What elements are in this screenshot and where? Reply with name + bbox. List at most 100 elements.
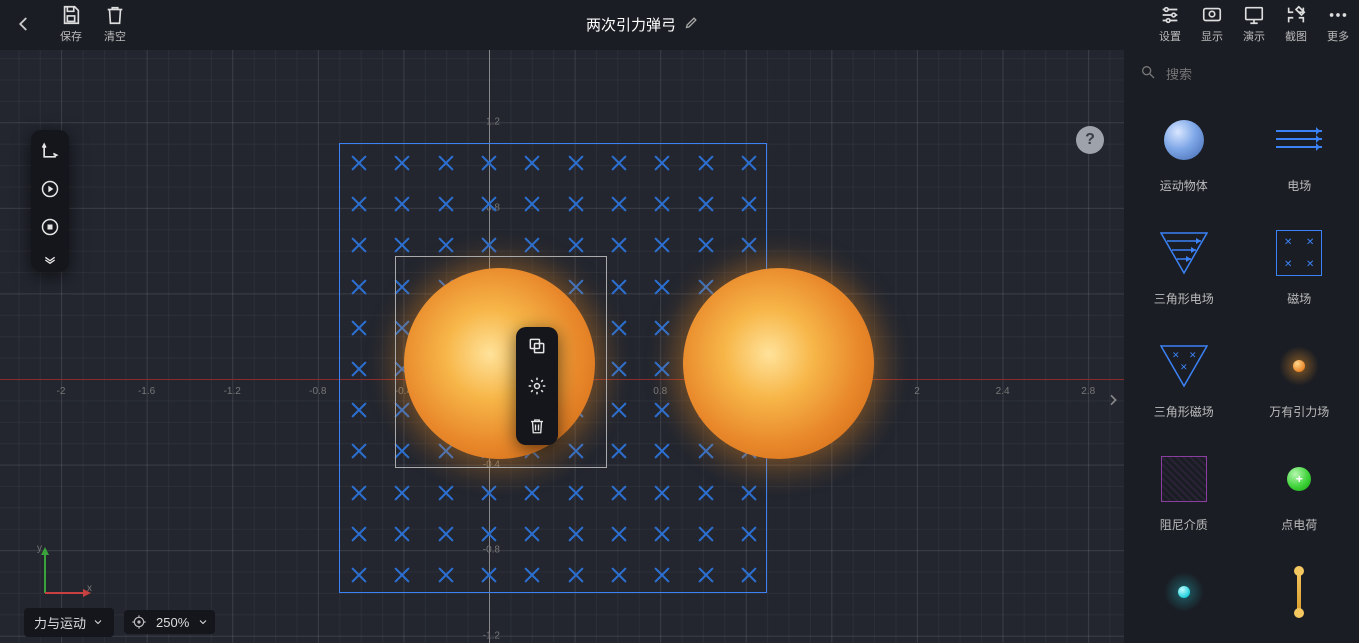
field-cross-icon: [393, 236, 411, 254]
canvas[interactable]: -2-1.6-1.2-0.8-0.40.40.81.21.622.42.83.2…: [0, 50, 1124, 643]
panel-item-label: 三角形磁场: [1154, 403, 1214, 420]
field-cross-icon: [567, 154, 585, 172]
search-input[interactable]: [1166, 67, 1343, 82]
triangle-mfield-icon: ✕✕ ✕: [1157, 339, 1211, 393]
field-cross-icon: [653, 236, 671, 254]
present-label: 演示: [1243, 28, 1265, 44]
panel-item-extra-b[interactable]: [1246, 565, 1354, 633]
field-cross-icon: [740, 566, 758, 584]
gravity-object-b[interactable]: [683, 268, 874, 459]
trash-icon: [104, 4, 126, 26]
origin-tool-button[interactable]: [39, 140, 61, 162]
panel-item-electric-field[interactable]: 电场: [1246, 113, 1354, 198]
tick-x: -1.6: [138, 386, 155, 397]
field-cross-icon: [523, 195, 541, 213]
play-button[interactable]: [39, 178, 61, 200]
chevron-down-icon[interactable]: [197, 616, 209, 628]
object-settings-button[interactable]: [526, 375, 548, 397]
field-cross-icon: [523, 525, 541, 543]
title-area: 两次引力弹弓: [126, 4, 1159, 44]
more-button[interactable]: 更多: [1327, 4, 1349, 44]
stop-button[interactable]: [39, 216, 61, 238]
present-button[interactable]: 演示: [1243, 4, 1265, 44]
expand-toolbar-button[interactable]: [39, 254, 61, 266]
rod-icon: [1272, 565, 1326, 619]
tick-x: 2.4: [996, 386, 1010, 397]
panel-item-label: 电场: [1287, 177, 1311, 194]
delete-object-button[interactable]: [526, 415, 548, 437]
screenshot-label: 截图: [1285, 28, 1307, 44]
clear-label: 清空: [104, 28, 126, 44]
field-cross-icon: [653, 278, 671, 296]
panel-item-triangle-mfield[interactable]: ✕✕ ✕ 三角形磁场: [1130, 339, 1238, 424]
settings-button[interactable]: 设置: [1159, 4, 1181, 44]
field-cross-icon: [610, 236, 628, 254]
field-cross-icon: [350, 319, 368, 337]
top-bar: 保存 清空 两次引力弹弓 设置 显示: [0, 0, 1359, 50]
field-cross-icon: [610, 278, 628, 296]
field-cross-icon: [523, 154, 541, 172]
field-cross-icon: [350, 236, 368, 254]
tick-x: -0.8: [309, 386, 326, 397]
panel-item-moving-body[interactable]: 运动物体: [1130, 113, 1238, 198]
object-grid: 运动物体 电场 三角形电场 ✕✕ ✕✕ 磁场: [1124, 95, 1359, 643]
tick-y: -1.2: [470, 630, 500, 641]
panel-collapse-button[interactable]: [1104, 380, 1122, 420]
panel-item-damping-medium[interactable]: 阻尼介质: [1130, 452, 1238, 537]
panel-item-magnetic-field[interactable]: ✕✕ ✕✕ 磁场: [1246, 226, 1354, 311]
field-cross-icon: [610, 154, 628, 172]
clear-button[interactable]: 清空: [104, 4, 126, 44]
svg-text:✕: ✕: [1172, 350, 1180, 360]
field-cross-icon: [610, 442, 628, 460]
field-cross-icon: [350, 566, 368, 584]
edit-title-button[interactable]: [684, 15, 699, 34]
display-button[interactable]: 显示: [1201, 4, 1223, 44]
mode-dropdown[interactable]: 力与运动: [24, 608, 114, 637]
panel-item-point-charge[interactable]: + 点电荷: [1246, 452, 1354, 537]
context-toolbar: [516, 327, 558, 445]
selection-box[interactable]: [395, 256, 607, 468]
field-cross-icon: [523, 566, 541, 584]
axis-y-label: y: [37, 543, 42, 554]
field-cross-icon: [653, 525, 671, 543]
mini-axes-indicator: y x: [35, 543, 95, 603]
screenshot-icon: [1285, 4, 1307, 26]
field-cross-icon: [437, 154, 455, 172]
field-cross-icon: [567, 566, 585, 584]
field-cross-icon: [567, 195, 585, 213]
zoom-value[interactable]: 250%: [156, 615, 189, 630]
field-cross-icon: [350, 195, 368, 213]
panel-item-label: 阻尼介质: [1160, 516, 1208, 533]
gravity-field-icon: [1272, 339, 1326, 393]
chevron-down-icon: [92, 616, 104, 628]
more-label: 更多: [1327, 28, 1349, 44]
panel-item-label: 运动物体: [1160, 177, 1208, 194]
save-label: 保存: [60, 28, 82, 44]
field-cross-icon: [610, 484, 628, 502]
field-cross-icon: [350, 360, 368, 378]
triangle-efield-icon: [1157, 226, 1211, 280]
efield-icon: [1272, 113, 1326, 167]
svg-text:✕: ✕: [1180, 362, 1188, 372]
panel-item-extra-a[interactable]: [1130, 565, 1238, 633]
field-cross-icon: [350, 278, 368, 296]
field-cross-icon: [697, 154, 715, 172]
recenter-button[interactable]: [130, 613, 148, 631]
duplicate-button[interactable]: [526, 335, 548, 357]
help-button[interactable]: ?: [1076, 126, 1104, 154]
field-cross-icon: [610, 195, 628, 213]
screenshot-button[interactable]: 截图: [1285, 4, 1307, 44]
field-cross-icon: [567, 484, 585, 502]
back-button[interactable]: [10, 4, 38, 44]
tick-x: -1.2: [224, 386, 241, 397]
sphere-icon: [1157, 113, 1211, 167]
field-cross-icon: [610, 566, 628, 584]
field-cross-icon: [393, 484, 411, 502]
tick-x: 2.8: [1081, 386, 1095, 397]
field-cross-icon: [567, 525, 585, 543]
panel-item-triangle-efield[interactable]: 三角形电场: [1130, 226, 1238, 311]
simulation-toolbar: [31, 130, 69, 272]
panel-item-gravity-field[interactable]: 万有引力场: [1246, 339, 1354, 424]
save-button[interactable]: 保存: [60, 4, 82, 44]
save-icon: [60, 4, 82, 26]
